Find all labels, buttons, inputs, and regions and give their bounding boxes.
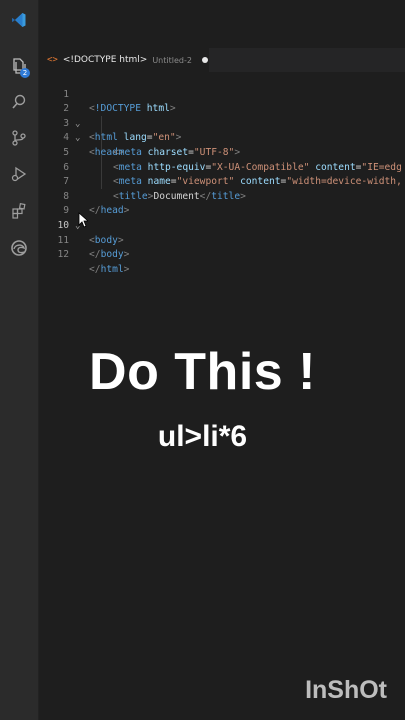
code-line[interactable]: 6 <meta name="viewport" content="width=d… <box>39 146 405 188</box>
search-icon[interactable] <box>0 88 38 116</box>
editor-tab-bar: <> <!DOCTYPE html> Untitled-2 <box>39 48 405 72</box>
inshot-watermark: InShOt <box>305 676 387 704</box>
code-line[interactable]: 12 </html> <box>39 234 405 275</box>
code-line[interactable]: 7 <title>Document</title> <box>39 161 405 202</box>
html-file-icon: <> <box>47 55 58 65</box>
code-line[interactable]: 11 </body> <box>39 219 405 261</box>
code-line[interactable]: 5 <meta http-equiv="X-UA-Compatible" con… <box>39 131 405 173</box>
explorer-badge: 2 <box>20 68 30 78</box>
tab-title: <!DOCTYPE html> <box>62 55 148 65</box>
code-line[interactable]: 4 <meta charset="UTF-8"> <box>39 117 405 158</box>
line-number: 12 <box>57 249 69 261</box>
code-text: </html> <box>89 263 130 275</box>
code-text: </body> <box>89 249 130 261</box>
overlay-subtitle: ul>li*6 <box>157 420 248 453</box>
code-line-current[interactable]: 10 <box>39 204 405 231</box>
explorer-icon[interactable]: 2 <box>0 52 38 80</box>
tab-subtitle: Untitled-2 <box>152 55 192 65</box>
source-control-icon[interactable] <box>0 124 38 152</box>
overlay-title: Do This ! <box>89 343 316 401</box>
tab-untitled-2[interactable]: <> <!DOCTYPE html> Untitled-2 <box>39 48 209 72</box>
code-line[interactable]: 9 ⌄ <body> <box>39 190 405 245</box>
code-line[interactable]: 2 ⌄ <html lang="en"> <box>39 88 405 143</box>
code-line[interactable]: 1 <!DOCTYPE html> <box>39 73 405 115</box>
code-line[interactable]: 8 </head> <box>39 175 405 217</box>
run-debug-icon[interactable] <box>0 160 38 188</box>
unsaved-dot-icon[interactable] <box>201 57 208 63</box>
vscode-logo-icon <box>0 6 38 34</box>
extensions-icon[interactable] <box>0 197 38 225</box>
edge-browser-icon[interactable] <box>0 234 38 262</box>
code-line[interactable]: 3 ⌄ <head> <box>39 102 405 158</box>
